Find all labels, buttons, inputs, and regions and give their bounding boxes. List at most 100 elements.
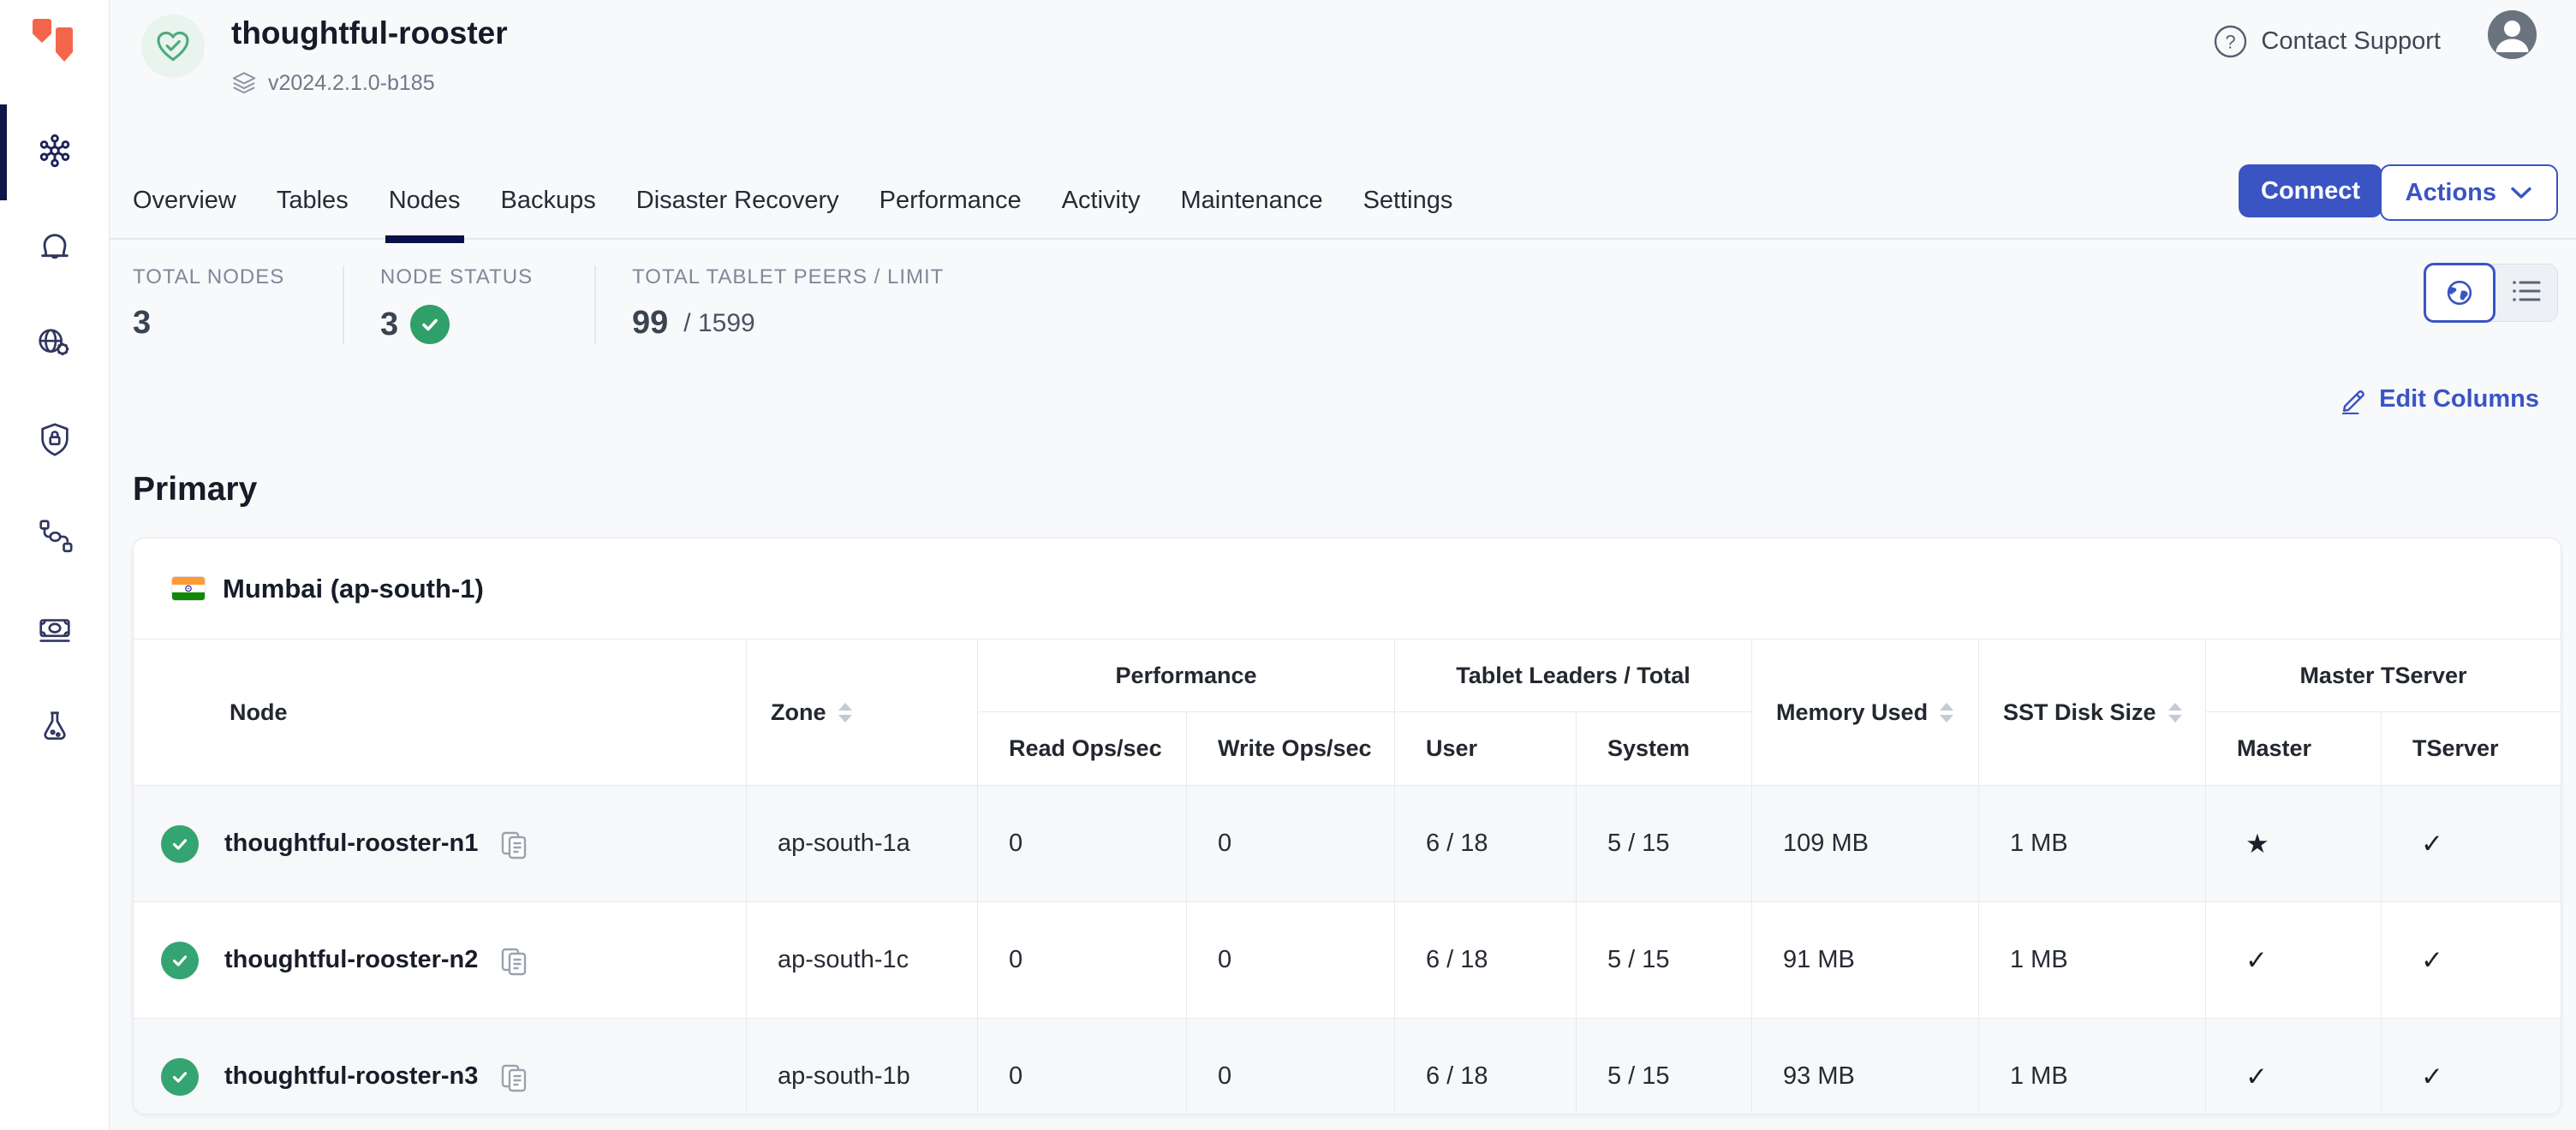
pencil-icon <box>2340 384 2368 414</box>
tab-tables[interactable]: Tables <box>277 163 349 238</box>
stat-node-status: NODE STATUS 3 <box>380 265 596 344</box>
tab-disaster-recovery[interactable]: Disaster Recovery <box>636 163 839 238</box>
contact-support-link[interactable]: ? Contact Support <box>2213 24 2441 59</box>
money-icon <box>35 612 75 651</box>
column-header-node: Node <box>134 639 747 785</box>
shield-lock-icon <box>35 420 75 460</box>
column-group-tablet-leaders: Tablet Leaders / Total <box>1395 639 1752 712</box>
copy-button[interactable] <box>498 827 529 861</box>
zone-cell: ap-south-1b <box>747 1019 978 1115</box>
sst-cell: 1 MB <box>1979 902 2206 1018</box>
copy-icon <box>498 827 529 861</box>
sidebar-item-clusters[interactable] <box>0 104 109 200</box>
node-healthy-icon <box>161 825 199 863</box>
sort-icon <box>1940 703 1953 723</box>
sidebar-item-alerts[interactable] <box>0 200 109 296</box>
table-row: thoughtful-rooster-n1 ap-south-1a 0 0 6 … <box>134 786 2561 901</box>
copy-button[interactable] <box>498 1060 529 1094</box>
list-view-button[interactable] <box>2496 265 2557 318</box>
yugabyte-logo-icon[interactable] <box>33 19 77 67</box>
tab-bar: Overview Tables Nodes Backups Disaster R… <box>109 163 2576 240</box>
svg-text:?: ? <box>2226 32 2236 53</box>
copy-icon <box>498 943 529 978</box>
region-view-button[interactable] <box>2424 263 2496 323</box>
master-cell: ✓ <box>2206 1019 2382 1115</box>
tab-backups[interactable]: Backups <box>501 163 596 238</box>
node-cell: thoughtful-rooster-n3 <box>134 1019 747 1115</box>
memory-cell: 91 MB <box>1752 902 1979 1018</box>
copy-button[interactable] <box>498 943 529 978</box>
master-cell: ★ <box>2206 786 2382 901</box>
chevron-down-icon <box>2510 185 2532 200</box>
tab-maintenance[interactable]: Maintenance <box>1181 163 1323 238</box>
tab-activity[interactable]: Activity <box>1062 163 1141 238</box>
column-header-system: System <box>1577 712 1752 785</box>
cluster-hub-icon <box>35 133 75 172</box>
column-header-memory[interactable]: Memory Used <box>1752 639 1979 785</box>
column-header-write-ops: Write Ops/sec <box>1187 712 1395 785</box>
region-header: Mumbai (ap-south-1) <box>134 538 2561 639</box>
zone-cell: ap-south-1a <box>747 786 978 901</box>
node-name: thoughtful-rooster-n1 <box>224 830 478 858</box>
globe-icon <box>2443 277 2476 309</box>
memory-cell: 93 MB <box>1752 1019 1979 1115</box>
connect-button[interactable]: Connect <box>2239 164 2382 217</box>
user-tablets-cell: 6 / 18 <box>1395 786 1577 901</box>
sort-icon <box>838 703 852 723</box>
nodes-table-body: thoughtful-rooster-n1 ap-south-1a 0 0 6 … <box>134 786 2561 1115</box>
memory-cell: 109 MB <box>1752 786 1979 901</box>
question-circle-icon: ? <box>2213 24 2248 59</box>
system-tablets-cell: 5 / 15 <box>1577 902 1752 1018</box>
sst-cell: 1 MB <box>1979 786 2206 901</box>
user-tablets-cell: 6 / 18 <box>1395 1019 1577 1115</box>
column-group-master-tserver: Master TServer <box>2206 639 2561 712</box>
tab-settings[interactable]: Settings <box>1363 163 1453 238</box>
nodes-page: thoughtful-rooster v2024.2.1.0-b185 ? Co… <box>0 0 2576 1130</box>
edit-columns-button[interactable]: Edit Columns <box>2340 384 2539 414</box>
heart-check-icon <box>154 28 192 64</box>
column-header-zone[interactable]: Zone <box>747 639 978 785</box>
total-nodes-value: 3 <box>133 305 151 342</box>
tab-nodes[interactable]: Nodes <box>389 163 461 238</box>
sidebar-item-integrations[interactable] <box>0 488 109 584</box>
globe-gear-icon <box>35 324 75 364</box>
tserver-cell: ✓ <box>2382 786 2561 901</box>
user-avatar[interactable] <box>2488 10 2537 59</box>
system-tablets-cell: 5 / 15 <box>1577 1019 1752 1115</box>
read-ops-cell: 0 <box>978 786 1187 901</box>
column-header-sst[interactable]: SST Disk Size <box>1979 639 2206 785</box>
write-ops-cell: 0 <box>1187 1019 1395 1115</box>
zone-cell: ap-south-1c <box>747 902 978 1018</box>
sidebar-item-security[interactable] <box>0 392 109 488</box>
tab-overview[interactable]: Overview <box>133 163 236 238</box>
node-name: thoughtful-rooster-n2 <box>224 946 478 974</box>
actions-button[interactable]: Actions <box>2380 164 2558 221</box>
table-row: thoughtful-rooster-n2 ap-south-1c 0 0 6 … <box>134 901 2561 1018</box>
section-title: Primary <box>133 471 257 508</box>
stat-total-nodes: TOTAL NODES 3 <box>133 265 344 344</box>
sidebar-item-labs[interactable] <box>0 680 109 776</box>
read-ops-cell: 0 <box>978 902 1187 1018</box>
copy-icon <box>498 1060 529 1094</box>
page-title: thoughtful-rooster <box>231 15 508 51</box>
node-name: thoughtful-rooster-n3 <box>224 1062 478 1091</box>
column-header-user: User <box>1395 712 1577 785</box>
table-row: thoughtful-rooster-n3 ap-south-1b 0 0 6 … <box>134 1018 2561 1115</box>
flow-icon <box>35 516 75 556</box>
tab-performance[interactable]: Performance <box>880 163 1022 238</box>
sidebar-item-billing[interactable] <box>0 584 109 680</box>
sidebar-item-network[interactable] <box>0 296 109 392</box>
region-card: Mumbai (ap-south-1) Node Zone Performanc… <box>133 538 2561 1115</box>
cluster-stats: TOTAL NODES 3 NODE STATUS 3 TOTAL TABLET… <box>133 265 1016 344</box>
bell-icon <box>35 229 75 268</box>
column-header-read-ops: Read Ops/sec <box>978 712 1187 785</box>
column-group-performance: Performance <box>978 639 1395 712</box>
region-name: Mumbai (ap-south-1) <box>223 574 484 604</box>
system-tablets-cell: 5 / 15 <box>1577 786 1752 901</box>
sort-icon <box>2168 703 2182 723</box>
tablet-peers-limit: / 1599 <box>683 309 754 338</box>
cluster-health-badge <box>141 15 205 78</box>
nodes-table-header: Node Zone Performance Tablet Leaders / T… <box>134 639 2561 786</box>
cluster-version: v2024.2.1.0-b185 <box>231 70 435 96</box>
india-flag-icon <box>171 576 206 601</box>
